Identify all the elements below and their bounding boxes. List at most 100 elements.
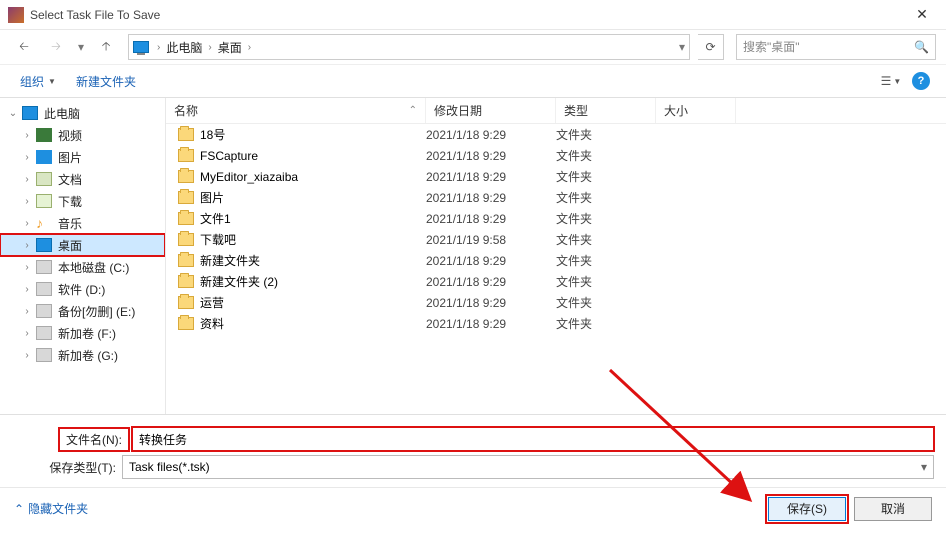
chevron-down-icon: ▾ [921,460,927,474]
expand-icon[interactable]: › [20,328,34,339]
file-type: 文件夹 [556,189,656,206]
sidebar-item-label: 新加卷 (F:) [58,325,116,342]
expand-icon[interactable]: › [20,152,34,163]
sidebar-item-label: 音乐 [58,215,82,232]
file-type: 文件夹 [556,210,656,227]
address-bar[interactable]: › 此电脑 › 桌面 › ▾ [128,34,690,60]
pc-icon [133,41,149,53]
folder-icon [178,212,194,225]
expand-icon[interactable]: › [20,350,34,361]
file-row[interactable]: FSCapture2021/1/18 9:29文件夹 [166,145,946,166]
folder-icon [178,128,194,141]
back-button[interactable]: 🡠 [10,33,38,61]
sidebar-item-pic[interactable]: ›图片 [0,146,165,168]
expand-icon[interactable]: › [20,306,34,317]
forward-button[interactable]: 🡢 [42,33,70,61]
sidebar-item-disk[interactable]: › 本地磁盘 (C:) [0,256,165,278]
view-options-button[interactable]: ☰ ▼ [878,68,904,94]
file-row[interactable]: 18号2021/1/18 9:29文件夹 [166,124,946,145]
file-row[interactable]: MyEditor_xiazaiba2021/1/18 9:29文件夹 [166,166,946,187]
file-type: 文件夹 [556,315,656,332]
file-name: 文件1 [200,210,231,227]
hide-folders-toggle[interactable]: ⌃ 隐藏文件夹 [14,500,88,517]
file-name: 下载吧 [200,231,236,248]
cancel-button[interactable]: 取消 [854,497,932,521]
expand-icon[interactable]: › [20,218,34,229]
file-row[interactable]: 新建文件夹 (2)2021/1/18 9:29文件夹 [166,271,946,292]
expand-icon[interactable]: › [20,174,34,185]
sidebar-item-video[interactable]: › 视频 [0,124,165,146]
sidebar-item-disk[interactable]: ›备份[勿删] (E:) [0,300,165,322]
search-box[interactable]: 🔍 [736,34,936,60]
sidebar-item-disk[interactable]: ›新加卷 (G:) [0,344,165,366]
file-date: 2021/1/18 9:29 [426,191,556,205]
search-icon[interactable]: 🔍 [914,40,929,54]
refresh-button[interactable]: ⟳ [698,34,724,60]
folder-icon [178,296,194,309]
toolbar: 组织▼ 新建文件夹 ☰ ▼ ? [0,64,946,98]
expand-icon[interactable]: › [20,130,34,141]
disk-icon [36,304,52,318]
history-dropdown[interactable]: ▾ [74,40,88,54]
expand-icon[interactable]: › [20,284,34,295]
sidebar-item-label: 软件 (D:) [58,281,105,298]
file-row[interactable]: 资料2021/1/18 9:29文件夹 [166,313,946,334]
organize-menu[interactable]: 组织▼ [12,69,64,94]
address-dropdown[interactable]: ▾ [679,40,685,54]
folder-icon [178,191,194,204]
file-row[interactable]: 图片2021/1/18 9:29文件夹 [166,187,946,208]
col-size[interactable]: 大小 [656,98,736,123]
file-name: 新建文件夹 (2) [200,273,278,290]
sidebar-item-label: 本地磁盘 (C:) [58,259,129,276]
filetype-label: 保存类型(T): [12,459,122,476]
disk-icon [36,348,52,362]
file-list[interactable]: 18号2021/1/18 9:29文件夹FSCapture2021/1/18 9… [166,124,946,414]
sidebar-item-mus[interactable]: ›♪音乐 [0,212,165,234]
filename-input[interactable] [132,427,934,451]
sidebar-item-label: 文档 [58,171,82,188]
sidebar-item-disk[interactable]: › 软件 (D:) [0,278,165,300]
expand-icon[interactable]: › [20,262,34,273]
expand-icon[interactable]: › [20,196,34,207]
save-button[interactable]: 保存(S) [768,497,846,521]
breadcrumb-desktop[interactable]: 桌面 [214,37,246,58]
file-type: 文件夹 [556,168,656,185]
breadcrumb-sep[interactable]: › [155,42,162,53]
file-type: 文件夹 [556,273,656,290]
col-name[interactable]: 名称⌃ [166,98,426,123]
file-row[interactable]: 文件12021/1/18 9:29文件夹 [166,208,946,229]
sidebar-item-disk[interactable]: › 新加卷 (F:) [0,322,165,344]
nav-row: 🡠 🡢 ▾ 🡡 › 此电脑 › 桌面 › ▾ ⟳ 🔍 [0,30,946,64]
disk-icon [36,282,52,296]
file-row[interactable]: 运营2021/1/18 9:29文件夹 [166,292,946,313]
expand-icon[interactable]: › [20,240,34,251]
help-button[interactable]: ? [908,68,934,94]
up-button[interactable]: 🡡 [92,33,120,61]
breadcrumb-sep[interactable]: › [206,42,213,53]
filetype-select[interactable]: Task files(*.tsk) ▾ [122,455,934,479]
sidebar-item-down[interactable]: ›下载 [0,190,165,212]
new-folder-button[interactable]: 新建文件夹 [68,69,144,94]
disk-icon [36,260,52,274]
expand-icon[interactable]: ⌄ [6,108,20,119]
sidebar-item-label: 视频 [58,127,82,144]
col-type[interactable]: 类型 [556,98,656,123]
col-date[interactable]: 修改日期 [426,98,556,123]
sidebar-item-doc[interactable]: › 文档 [0,168,165,190]
sidebar-root-pc[interactable]: ⌄ 此电脑 [0,102,165,124]
file-row[interactable]: 新建文件夹2021/1/18 9:29文件夹 [166,250,946,271]
sidebar-item-desk[interactable]: ›桌面 [0,234,165,256]
close-button[interactable]: ✕ [902,0,942,30]
file-name: 运营 [200,294,224,311]
help-icon: ? [912,72,930,90]
filename-label: 文件名(N): [60,429,128,450]
main-area: ⌄ 此电脑 ›视频›图片›文档›下载›♪音乐›桌面›本地磁盘 (C:)›软件 (… [0,98,946,414]
search-input[interactable] [743,40,914,54]
file-pane: 名称⌃ 修改日期 类型 大小 18号2021/1/18 9:29文件夹FSCap… [166,98,946,414]
doc-icon [36,172,52,186]
file-row[interactable]: 下载吧2021/1/19 9:58文件夹 [166,229,946,250]
breadcrumb-sep[interactable]: › [246,42,253,53]
folder-icon [178,170,194,183]
file-name: 新建文件夹 [200,252,260,269]
breadcrumb-pc[interactable]: 此电脑 [162,37,206,58]
